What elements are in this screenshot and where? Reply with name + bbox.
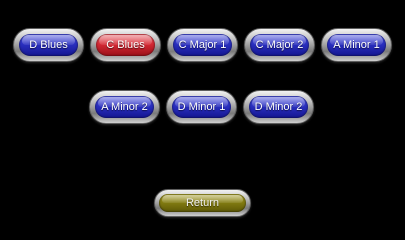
button-label: C Major 2: [255, 38, 304, 51]
button-label: A Minor 2: [101, 100, 148, 113]
scale-button-a-minor-2[interactable]: A Minor 2: [89, 90, 160, 124]
scale-selector-screen: { "buttons": [ {"label": "D Blues", "sta…: [0, 0, 405, 228]
button-face: Return: [159, 194, 246, 212]
return-button-label: Return: [185, 196, 220, 209]
button-label: D Minor 1: [177, 100, 226, 113]
scale-button-a-minor-1[interactable]: A Minor 1: [321, 28, 392, 62]
return-button[interactable]: Return: [154, 189, 251, 217]
button-face: C Major 1: [173, 34, 232, 56]
scale-button-c-major-2[interactable]: C Major 2: [244, 28, 315, 62]
button-face: A Minor 1: [327, 34, 386, 56]
button-face: D Minor 2: [249, 96, 308, 118]
scale-button-c-blues[interactable]: C Blues: [90, 28, 161, 62]
button-label: C Blues: [106, 38, 145, 51]
button-label: A Minor 1: [333, 38, 380, 51]
button-face: D Minor 1: [172, 96, 231, 118]
button-face: C Major 2: [250, 34, 309, 56]
scale-button-d-minor-1[interactable]: D Minor 1: [166, 90, 237, 124]
button-label: C Major 1: [178, 38, 227, 51]
scale-button-d-blues[interactable]: D Blues: [13, 28, 84, 62]
button-face: C Blues: [96, 34, 155, 56]
button-label: D Minor 2: [254, 100, 303, 113]
scale-button-c-major-1[interactable]: C Major 1: [167, 28, 238, 62]
button-label: D Blues: [29, 38, 68, 51]
button-face: D Blues: [19, 34, 78, 56]
button-face: A Minor 2: [95, 96, 154, 118]
scale-button-d-minor-2[interactable]: D Minor 2: [243, 90, 314, 124]
